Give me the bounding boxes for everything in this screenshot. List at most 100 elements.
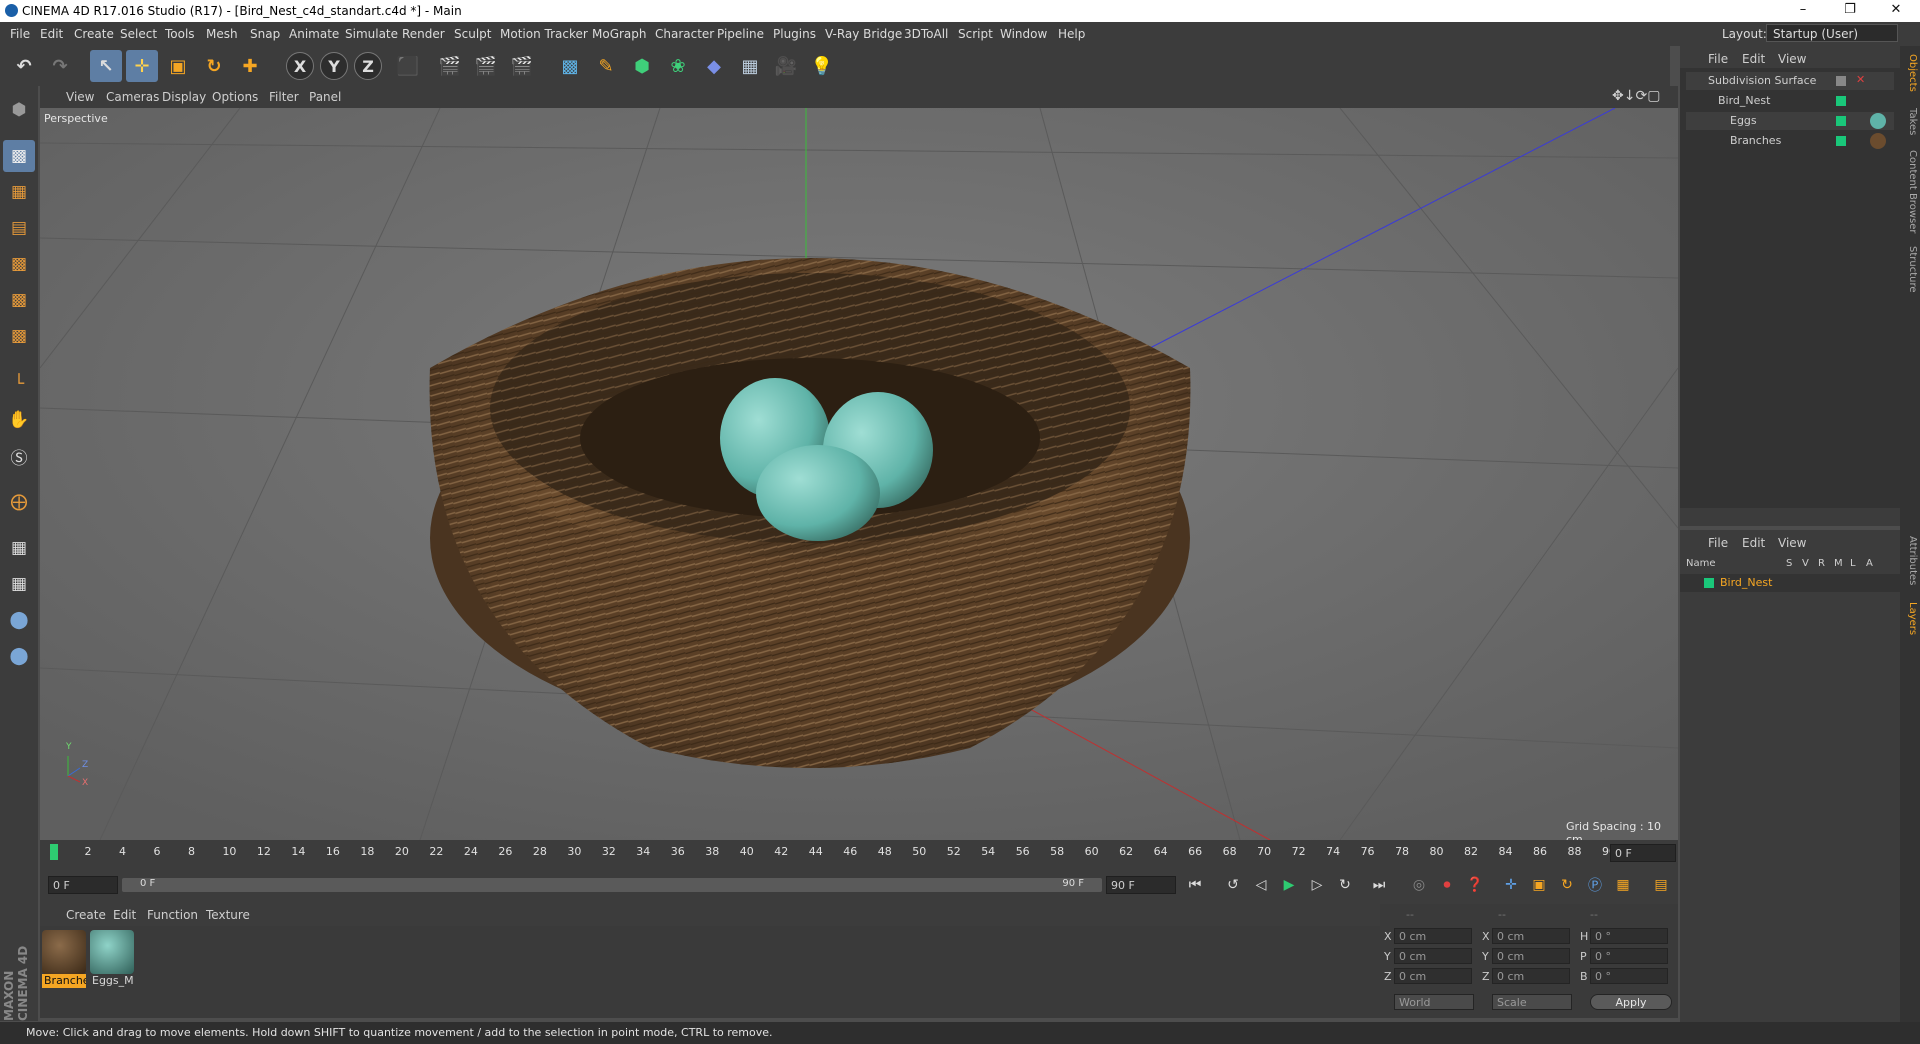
previous-frame-icon[interactable]: ◁ — [1248, 872, 1274, 898]
points-mode-icon[interactable]: ▩ — [3, 248, 35, 280]
material-menu-function[interactable]: Function — [147, 908, 198, 922]
play-icon[interactable]: ▶ — [1276, 872, 1302, 898]
menu-help[interactable]: Help — [1058, 27, 1085, 41]
menu-window[interactable]: Window — [1000, 27, 1047, 41]
y-axis-icon[interactable]: Y — [320, 52, 348, 80]
cloner-icon[interactable]: ❀ — [662, 50, 694, 82]
layers-menu-file[interactable]: File — [1708, 536, 1728, 550]
scale-icon[interactable]: ▣ — [162, 50, 194, 82]
redo-icon[interactable]: ↷ — [44, 50, 76, 82]
material-menu-texture[interactable]: Texture — [206, 908, 250, 922]
edges-mode-icon[interactable]: ▩ — [3, 284, 35, 316]
autokey-icon[interactable]: ⏺ — [1434, 872, 1460, 898]
layer-color-swatch[interactable] — [1836, 116, 1846, 126]
material-branches[interactable]: Branche — [42, 930, 86, 988]
viewport-menu-view[interactable]: View — [66, 90, 94, 104]
object-row-eggs[interactable]: Eggs — [1686, 112, 1894, 130]
menu-mograph[interactable]: MoGraph — [592, 27, 647, 41]
size-y-field[interactable]: 0 cm — [1492, 948, 1570, 964]
parameter-key-icon[interactable]: Ⓟ — [1582, 872, 1608, 898]
rotation-b-field[interactable]: 0 ° — [1590, 968, 1668, 984]
workplane-mode-icon[interactable]: ▤ — [3, 212, 35, 244]
rotation-h-field[interactable]: 0 ° — [1590, 928, 1668, 944]
locked-workplane-icon[interactable]: ▦ — [3, 532, 35, 564]
menu-render[interactable]: Render — [402, 27, 445, 41]
menu-3dtoall[interactable]: 3DToAll — [904, 27, 948, 41]
enable-snap-icon[interactable]: ⨁ — [3, 486, 35, 518]
disable-icon[interactable]: ✕ — [1856, 73, 1865, 86]
menu-mesh[interactable]: Mesh — [206, 27, 238, 41]
viewport-menu-display[interactable]: Display — [162, 90, 206, 104]
python-script-icon[interactable]: ⬤ — [3, 640, 35, 672]
keyframe-selection-icon[interactable]: ❓ — [1462, 872, 1488, 898]
object-row-bird-nest[interactable]: Bird_Nest — [1686, 92, 1894, 110]
playhead-marker[interactable] — [50, 844, 58, 860]
perspective-viewport[interactable]: Perspective Y Z X Grid Spacing : 10 cm — [40, 108, 1678, 840]
viewport-menu-cameras[interactable]: Cameras — [106, 90, 159, 104]
menu-plugins[interactable]: Plugins — [773, 27, 816, 41]
make-editable-icon[interactable]: ⬢ — [3, 94, 35, 126]
layer-color-swatch[interactable] — [1836, 136, 1846, 146]
material-eggs[interactable]: Eggs_M — [90, 930, 134, 988]
record-keys-icon[interactable]: ◎ — [1406, 872, 1432, 898]
apply-button[interactable]: Apply — [1590, 994, 1672, 1010]
tab-takes[interactable]: Takes — [1902, 108, 1918, 135]
coordinate-mode-select[interactable]: World — [1394, 994, 1474, 1010]
go-to-end-icon[interactable]: ⏭ — [1366, 872, 1392, 898]
coordinate-system-icon[interactable]: ⬛ — [392, 50, 424, 82]
position-key-icon[interactable]: ✛ — [1498, 872, 1524, 898]
floor-icon[interactable]: ▦ — [734, 50, 766, 82]
timeline-window-icon[interactable]: ▤ — [1648, 872, 1674, 898]
subdivision-icon[interactable]: ⬢ — [626, 50, 658, 82]
size-mode-select[interactable]: Scale — [1492, 994, 1572, 1010]
tab-structure[interactable]: Structure — [1902, 246, 1918, 293]
material-menu-create[interactable]: Create — [66, 908, 106, 922]
menu-pipeline[interactable]: Pipeline — [717, 27, 764, 41]
tab-content-browser[interactable]: Content Browser — [1902, 150, 1918, 233]
menu-snap[interactable]: Snap — [250, 27, 280, 41]
branches-material-tag[interactable] — [1870, 133, 1886, 149]
rotate-icon[interactable]: ↻ — [198, 50, 230, 82]
restore-button[interactable]: ❐ — [1830, 2, 1870, 20]
layer-color-swatch[interactable] — [1836, 76, 1846, 86]
viewport-menu-panel[interactable]: Panel — [309, 90, 341, 104]
frame-range-slider[interactable]: 0 F 90 F — [122, 878, 1102, 892]
timeline-ruler[interactable]: 0246810121416182022242628303234363840424… — [40, 840, 1678, 866]
size-z-field[interactable]: 0 cm — [1492, 968, 1570, 984]
tweak-mode-icon[interactable]: ✋ — [3, 404, 35, 436]
minimize-button[interactable]: – — [1783, 2, 1823, 20]
object-row-branches[interactable]: Branches — [1686, 132, 1894, 150]
render-view-icon[interactable]: 🎬 — [434, 50, 466, 82]
scale-key-icon[interactable]: ▣ — [1526, 872, 1552, 898]
layers-menu-view[interactable]: View — [1778, 536, 1806, 550]
planar-workplane-icon[interactable]: ▦ — [3, 568, 35, 600]
menu-animate[interactable]: Animate — [289, 27, 339, 41]
material-menu-edit[interactable]: Edit — [113, 908, 136, 922]
z-axis-icon[interactable]: Z — [354, 52, 382, 80]
light-icon[interactable]: 💡 — [806, 50, 838, 82]
solo-icon[interactable]: Ⓢ — [3, 440, 35, 472]
size-x-field[interactable]: 0 cm — [1492, 928, 1570, 944]
tab-layers[interactable]: Layers — [1902, 602, 1918, 635]
viewport-nav-icons[interactable]: ✥↓⟳▢ — [1612, 88, 1660, 104]
python-icon[interactable]: ⬤ — [3, 604, 35, 636]
point-level-animation-icon[interactable]: ▦ — [1610, 872, 1636, 898]
menu-simulate[interactable]: Simulate — [345, 27, 398, 41]
next-frame-icon[interactable]: ▷ — [1304, 872, 1330, 898]
menu-edit[interactable]: Edit — [40, 27, 63, 41]
tab-objects[interactable]: Objects — [1902, 54, 1918, 92]
end-frame-field[interactable]: 90 F — [1106, 876, 1176, 894]
axis-mode-icon[interactable]: └ — [3, 368, 35, 400]
start-frame-field[interactable]: 0 F — [48, 876, 118, 894]
menu-sculpt[interactable]: Sculpt — [454, 27, 491, 41]
menu-tools[interactable]: Tools — [165, 27, 195, 41]
current-frame-field[interactable]: 0 F — [1610, 844, 1676, 862]
texture-mode-icon[interactable]: ▦ — [3, 176, 35, 208]
edit-render-settings-icon[interactable]: 🎬 — [506, 50, 538, 82]
rotation-key-icon[interactable]: ↻ — [1554, 872, 1580, 898]
layer-color-swatch[interactable] — [1704, 578, 1714, 588]
menu-script[interactable]: Script — [958, 27, 993, 41]
eggs-material-tag[interactable] — [1870, 113, 1886, 129]
menu-file[interactable]: File — [10, 27, 30, 41]
cube-icon[interactable]: ▩ — [554, 50, 586, 82]
